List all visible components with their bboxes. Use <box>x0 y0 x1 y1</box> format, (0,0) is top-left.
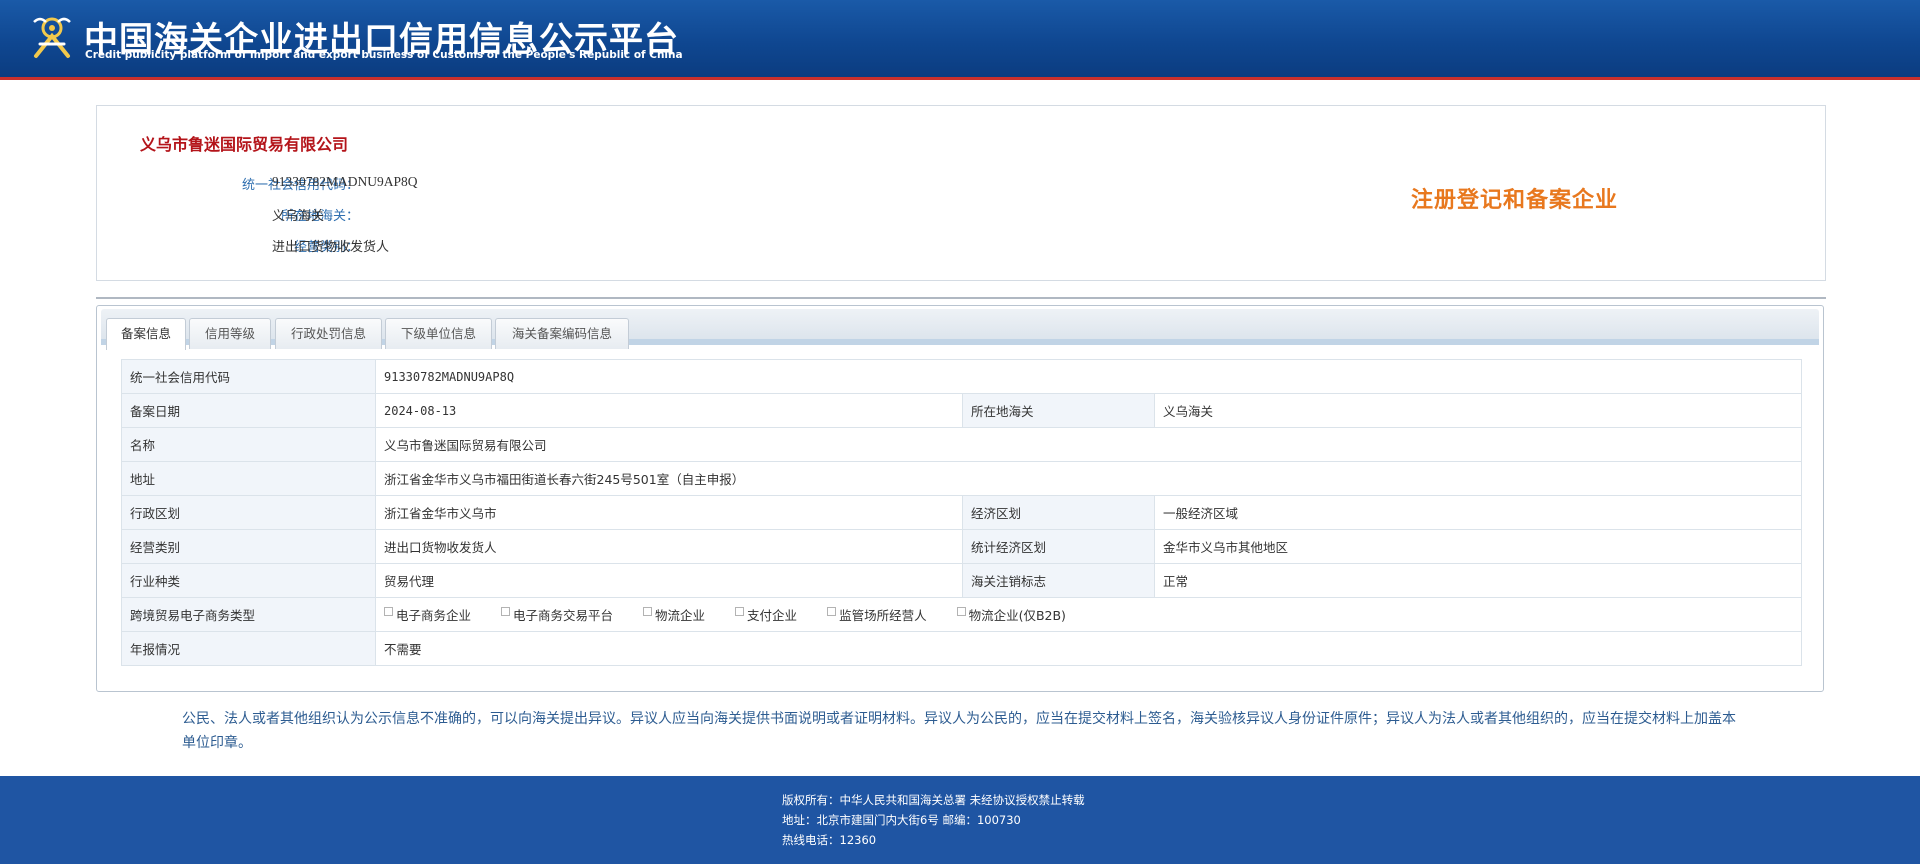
table-row: 跨境贸易电子商务类型 电子商务企业 电子商务交易平台 物流企业 支付企业 监管场… <box>121 597 1802 632</box>
summary-label: 所在地海关： <box>280 209 359 224</box>
field-label: 备案日期 <box>121 393 376 428</box>
company-summary: 义乌市鲁迷国际贸易有限公司 统一社会信用代码： 91330782MADNU9AP… <box>96 105 1826 281</box>
footer-hotline: 热线电话：12360 <box>782 833 877 847</box>
summary-business-type: 经营类别： 进出口货物收发货人 <box>97 236 697 256</box>
checkbox[interactable] <box>384 607 393 616</box>
detail-panel: 备案信息 信用等级 行政处罚信息 下级单位信息 海关备案编码信息 统一社会信用代… <box>96 305 1824 692</box>
annual-report-value: 不需要 <box>375 631 1802 666</box>
tab-admin-penalty[interactable]: 行政处罚信息 <box>275 318 382 349</box>
tab-customs-codes[interactable]: 海关备案编码信息 <box>495 318 629 349</box>
credit-code-value: 91330782MADNU9AP8Q <box>375 359 1802 394</box>
objection-notice: 公民、法人或者其他组织认为公示信息不准确的，可以向海关提出异议。异议人应当向海关… <box>182 711 1736 751</box>
ecommerce-option: 物流企业(仅B2B) <box>956 605 1066 624</box>
checkbox-label: 支付企业 <box>747 608 798 623</box>
table-row: 地址 浙江省金华市义乌市福田街道长春六街245号501室（自主申报） <box>121 461 1802 496</box>
customs-emblem-icon <box>33 17 71 58</box>
checkbox-label: 物流企业(仅B2B) <box>968 608 1066 623</box>
summary-customs: 所在地海关： 义乌海关 <box>97 205 697 225</box>
checkbox-label: 物流企业 <box>655 608 706 623</box>
customs-value: 义乌海关 <box>1154 393 1802 428</box>
field-label: 所在地海关 <box>962 393 1155 428</box>
checkbox[interactable] <box>643 607 653 616</box>
industry-value: 贸易代理 <box>375 563 963 598</box>
econ-zone-value: 一般经济区域 <box>1154 495 1802 530</box>
registration-status-stamp: 注册登记和备案企业 <box>1411 188 1619 213</box>
ecommerce-types: 电子商务企业 电子商务交易平台 物流企业 支付企业 监管场所经营人 物流企业(仅… <box>375 597 1802 632</box>
record-date-value: 2024-08-13 <box>375 393 963 428</box>
tab-subsidiary-units[interactable]: 下级单位信息 <box>385 318 492 349</box>
ecommerce-option: 监管场所经营人 <box>827 605 927 624</box>
summary-value: 91330782MADNU9AP8Q <box>272 174 418 189</box>
field-label: 经济区划 <box>962 495 1155 530</box>
checkbox[interactable] <box>827 607 837 616</box>
footer-info: 版权所有：中华人民共和国海关总署 未经协议授权禁止转载 地址：北京市建国门内大街… <box>782 790 1085 850</box>
field-label: 行政区划 <box>121 495 376 530</box>
table-row: 行政区划 浙江省金华市义乌市 经济区划 一般经济区域 <box>121 495 1802 530</box>
checkbox-label: 监管场所经营人 <box>839 608 927 623</box>
footer-address: 地址：北京市建国门内大街6号 邮编：100730 <box>782 813 1021 827</box>
ecommerce-option: 电子商务企业 <box>384 605 471 624</box>
field-label: 地址 <box>121 461 376 496</box>
field-label: 年报情况 <box>121 631 376 666</box>
company-name: 义乌市鲁迷国际贸易有限公司 <box>140 135 349 154</box>
admin-region-value: 浙江省金华市义乌市 <box>375 495 963 530</box>
checkbox-label: 电子商务交易平台 <box>513 608 614 623</box>
field-label: 行业种类 <box>121 563 376 598</box>
tab-bar: 备案信息 信用等级 行政处罚信息 下级单位信息 海关备案编码信息 <box>101 309 1819 350</box>
field-label: 名称 <box>121 427 376 462</box>
site-footer: 版权所有：中华人民共和国海关总署 未经协议授权禁止转载 地址：北京市建国门内大街… <box>0 776 1920 864</box>
table-row: 行业种类 贸易代理 海关注销标志 正常 <box>121 563 1802 598</box>
company-name-value: 义乌市鲁迷国际贸易有限公司 <box>375 427 1802 462</box>
summary-value: 进出口货物收发货人 <box>272 240 390 255</box>
checkbox[interactable] <box>735 607 745 616</box>
table-row: 名称 义乌市鲁迷国际贸易有限公司 <box>121 427 1802 462</box>
stat-zone-value: 金华市义乌市其他地区 <box>1154 529 1802 564</box>
field-label: 统一社会信用代码 <box>121 359 376 394</box>
checkbox[interactable] <box>956 607 966 616</box>
tab-record-info[interactable]: 备案信息 <box>106 318 186 350</box>
section-divider <box>96 297 1826 299</box>
field-label: 跨境贸易电子商务类型 <box>121 597 376 632</box>
checkbox[interactable] <box>501 607 511 616</box>
record-table: 统一社会信用代码 91330782MADNU9AP8Q 备案日期 2024-08… <box>121 359 1802 666</box>
field-label: 海关注销标志 <box>962 563 1155 598</box>
field-label: 统计经济区划 <box>962 529 1155 564</box>
table-row: 备案日期 2024-08-13 所在地海关 义乌海关 <box>121 393 1802 428</box>
field-label: 经营类别 <box>121 529 376 564</box>
summary-value: 义乌海关 <box>272 209 325 224</box>
table-row: 年报情况 不需要 <box>121 631 1802 666</box>
ecommerce-option: 物流企业 <box>643 605 705 624</box>
address-value: 浙江省金华市义乌市福田街道长春六街245号501室（自主申报） <box>375 461 1802 496</box>
site-header: 中国海关企业进出口信用信息公示平台 Credit publicity platf… <box>0 0 1920 80</box>
ecommerce-option: 支付企业 <box>735 605 797 624</box>
footer-copyright: 版权所有：中华人民共和国海关总署 未经协议授权禁止转载 <box>782 793 1085 807</box>
summary-credit-code: 统一社会信用代码： 91330782MADNU9AP8Q <box>97 174 697 194</box>
table-row: 统一社会信用代码 91330782MADNU9AP8Q <box>121 359 1802 394</box>
tab-credit-rating[interactable]: 信用等级 <box>189 318 271 349</box>
site-subtitle: Credit publicity platform of import and … <box>85 49 683 61</box>
cancel-flag-value: 正常 <box>1154 563 1802 598</box>
business-type-value: 进出口货物收发货人 <box>375 529 963 564</box>
table-row: 经营类别 进出口货物收发货人 统计经济区划 金华市义乌市其他地区 <box>121 529 1802 564</box>
ecommerce-checkbox-group: 电子商务企业 电子商务交易平台 物流企业 支付企业 监管场所经营人 物流企业(仅… <box>384 605 1793 624</box>
ecommerce-option: 电子商务交易平台 <box>501 605 613 624</box>
checkbox-label: 电子商务企业 <box>396 608 472 623</box>
